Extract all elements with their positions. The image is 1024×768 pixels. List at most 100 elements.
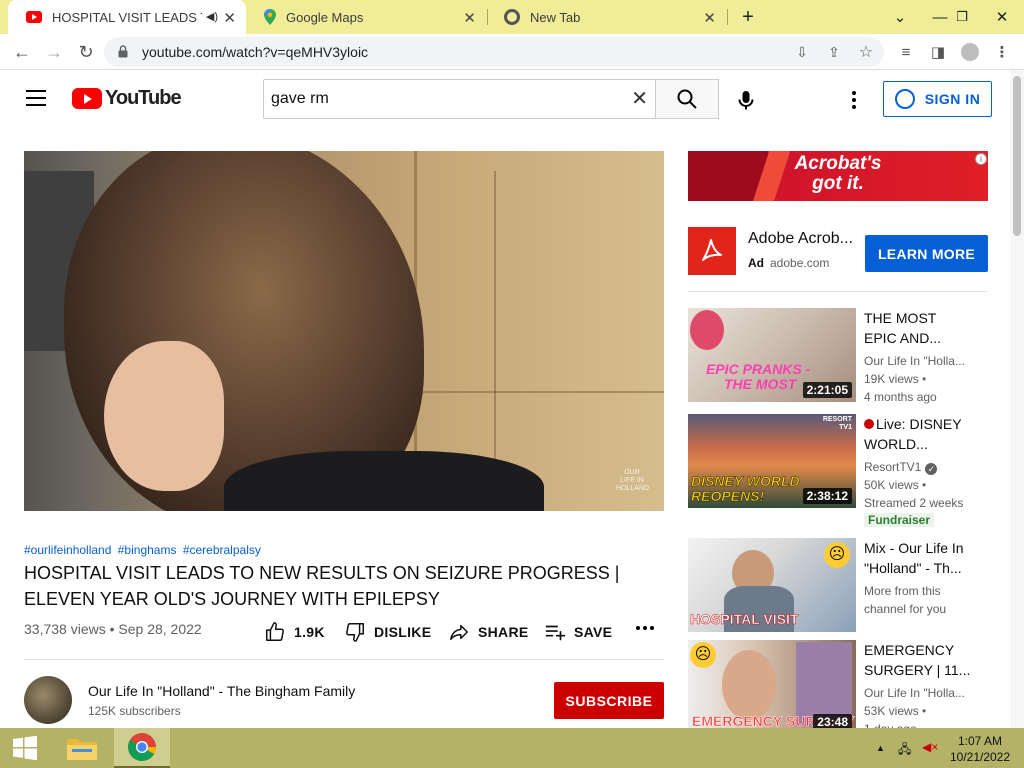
upload-age: 4 months ago: [864, 390, 937, 404]
view-count: 53K views •: [864, 704, 927, 718]
search-button[interactable]: [655, 79, 719, 119]
volume-muted-icon[interactable]: ◀×: [922, 740, 938, 754]
view-count: 50K views •: [864, 478, 927, 492]
channel-name[interactable]: Our Life In "Holla...: [864, 352, 965, 370]
new-tab-button[interactable]: +: [728, 0, 768, 34]
clear-search-icon[interactable]: ✕: [631, 86, 648, 111]
video-thumbnail[interactable]: EPIC PRANKS - THE MOST 2:21:05: [688, 308, 856, 402]
youtube-play-logo-icon: [72, 88, 102, 109]
scrollbar-thumb[interactable]: [1013, 76, 1021, 236]
video-player[interactable]: OUR LIFE IN HOLLAND: [24, 151, 664, 511]
save-button[interactable]: SAVE: [544, 621, 612, 643]
close-window-icon[interactable]: ✕: [982, 0, 1022, 34]
windows-taskbar: ▲ 🖧 ◀× 1:07 AM 10/21/2022: [0, 728, 1024, 768]
address-bar[interactable]: youtube.com/watch?v=qeMHV3yloic ⇩ ⇪ ☆: [104, 37, 884, 67]
lock-icon[interactable]: [118, 45, 128, 58]
video-thumbnail[interactable]: ☹ HOSPITAL VISIT: [688, 538, 856, 632]
more-actions-icon[interactable]: [634, 626, 655, 630]
tab-youtube[interactable]: HOSPITAL VISIT LEADS TO NEW ◀) ✕: [8, 0, 246, 34]
recommendation-title[interactable]: EMERGENCY SURGERY | 11...: [864, 640, 974, 680]
youtube-logo-text: YouTube: [105, 87, 182, 109]
acrobat-icon: [702, 239, 722, 261]
install-app-icon[interactable]: ⇩: [790, 41, 814, 63]
channel-name: ResortTV1: [864, 460, 922, 474]
close-tab-icon[interactable]: ✕: [703, 9, 716, 27]
learn-more-button[interactable]: LEARN MORE: [865, 235, 988, 272]
hashtag-link[interactable]: #ourlifeinholland: [24, 543, 111, 557]
tab-google-maps[interactable]: Google Maps ✕: [246, 0, 486, 34]
show-hidden-icons-icon[interactable]: ▲: [876, 743, 885, 753]
tab-search-icon[interactable]: ⌄: [880, 0, 920, 34]
dislike-button[interactable]: DISLIKE: [344, 621, 431, 643]
thumbnail-character: [690, 310, 724, 350]
file-explorer-taskbar-icon[interactable]: [54, 728, 110, 768]
chrome-icon: [128, 733, 156, 762]
thumbs-up-icon: [266, 622, 284, 641]
video-watermark: OUR LIFE IN HOLLAND: [616, 469, 650, 492]
system-clock[interactable]: 1:07 AM 10/21/2022: [944, 733, 1016, 765]
tab-new-tab[interactable]: New Tab ✕: [486, 0, 726, 34]
sign-in-button[interactable]: SIGN IN: [883, 81, 992, 117]
reload-icon[interactable]: ↻: [72, 38, 100, 66]
views: 19K views: [864, 372, 919, 386]
title-line: Live: DISNEY: [876, 416, 962, 432]
back-icon[interactable]: ←: [8, 38, 36, 66]
like-button[interactable]: 1.9K: [264, 621, 325, 643]
settings-more-icon[interactable]: [846, 88, 862, 112]
search-input[interactable]: gave rm ✕: [263, 79, 656, 119]
media-queue-icon[interactable]: ≡: [894, 41, 918, 63]
youtube-favicon-icon: [26, 11, 42, 23]
url-text[interactable]: youtube.com/watch?v=qeMHV3yloic: [142, 44, 368, 60]
browser-menu-icon[interactable]: ⋮: [990, 41, 1014, 63]
view-count-date: 33,738 views • Sep 28, 2022: [24, 621, 202, 637]
bookmark-star-icon[interactable]: ☆: [854, 41, 878, 63]
thumbnail-text: HOSPITAL VISIT: [690, 611, 799, 627]
close-tab-icon[interactable]: ✕: [463, 9, 476, 27]
share-page-icon[interactable]: ⇪: [822, 41, 846, 63]
close-tab-icon[interactable]: ✕: [223, 9, 236, 27]
title-line: THE MOST: [864, 310, 937, 326]
video-thumbnail[interactable]: RESORT TV1 DISNEY WORLD REOPENS! 2:38:12: [688, 414, 856, 508]
microphone-icon[interactable]: [734, 88, 758, 112]
subscribe-button[interactable]: SUBSCRIBE: [554, 682, 664, 719]
network-icon[interactable]: 🖧: [898, 740, 911, 761]
search-query[interactable]: gave rm: [271, 90, 329, 108]
recommendation-item[interactable]: RESORT TV1 DISNEY WORLD REOPENS! 2:38:12…: [688, 414, 988, 530]
channel-avatar[interactable]: [24, 676, 72, 724]
recommendation-title[interactable]: Live: DISNEY WORLD...: [864, 414, 974, 454]
audio-playing-icon[interactable]: ◀): [206, 10, 218, 23]
cabinet-edge: [404, 391, 664, 393]
thumbs-down-icon: [346, 623, 364, 642]
channel-name[interactable]: Our Life In "Holla...: [864, 684, 965, 702]
view-count: 19K views •: [864, 372, 927, 386]
recommendation-item[interactable]: ☹ EMERGENCY SURGERY 23:48 EMERGENCY SURG…: [688, 640, 988, 728]
forward-icon[interactable]: →: [40, 38, 68, 66]
account-circle-icon: [894, 89, 915, 109]
ad-info-icon[interactable]: i: [975, 153, 987, 165]
channel-watermark: RESORT TV1: [822, 416, 852, 431]
restore-icon[interactable]: ❐: [942, 0, 982, 34]
channel-name-row[interactable]: ResortTV1 ✓: [864, 458, 938, 476]
ad-title[interactable]: Adobe Acrob...: [748, 230, 853, 248]
hashtag-link[interactable]: #binghams: [118, 543, 177, 557]
start-button[interactable]: [0, 728, 50, 768]
recommendation-title[interactable]: Mix - Our Life In "Holland" - Th...: [864, 538, 974, 578]
hamburger-menu-icon[interactable]: [26, 90, 46, 106]
hashtag-link[interactable]: #cerebralpalsy: [183, 543, 261, 557]
ad-banner[interactable]: Acrobat's got it.: [688, 151, 988, 201]
adobe-acrobat-logo[interactable]: [688, 227, 736, 275]
recommendation-item[interactable]: EPIC PRANKS - THE MOST 2:21:05 THE MOST …: [688, 308, 988, 408]
save-label: SAVE: [574, 624, 613, 640]
video-thumbnail[interactable]: ☹ EMERGENCY SURGERY 23:48: [688, 640, 856, 728]
subscriber-count: 125K subscribers: [88, 704, 181, 718]
title-line: "Holland" - Th...: [864, 560, 962, 576]
recommendation-title[interactable]: THE MOST EPIC AND...: [864, 308, 974, 348]
channel-name[interactable]: Our Life In "Holland" - The Bingham Fami…: [88, 683, 355, 699]
side-panel-icon[interactable]: ◨: [926, 41, 950, 63]
share-button[interactable]: SHARE: [448, 621, 529, 643]
video-duration: 2:38:12: [802, 488, 852, 504]
chrome-taskbar-icon[interactable]: [114, 728, 170, 768]
youtube-logo[interactable]: YouTube: [72, 87, 182, 110]
recommendation-item[interactable]: ☹ HOSPITAL VISIT Mix - Our Life In "Holl…: [688, 538, 988, 632]
profile-avatar-icon[interactable]: [958, 41, 982, 63]
